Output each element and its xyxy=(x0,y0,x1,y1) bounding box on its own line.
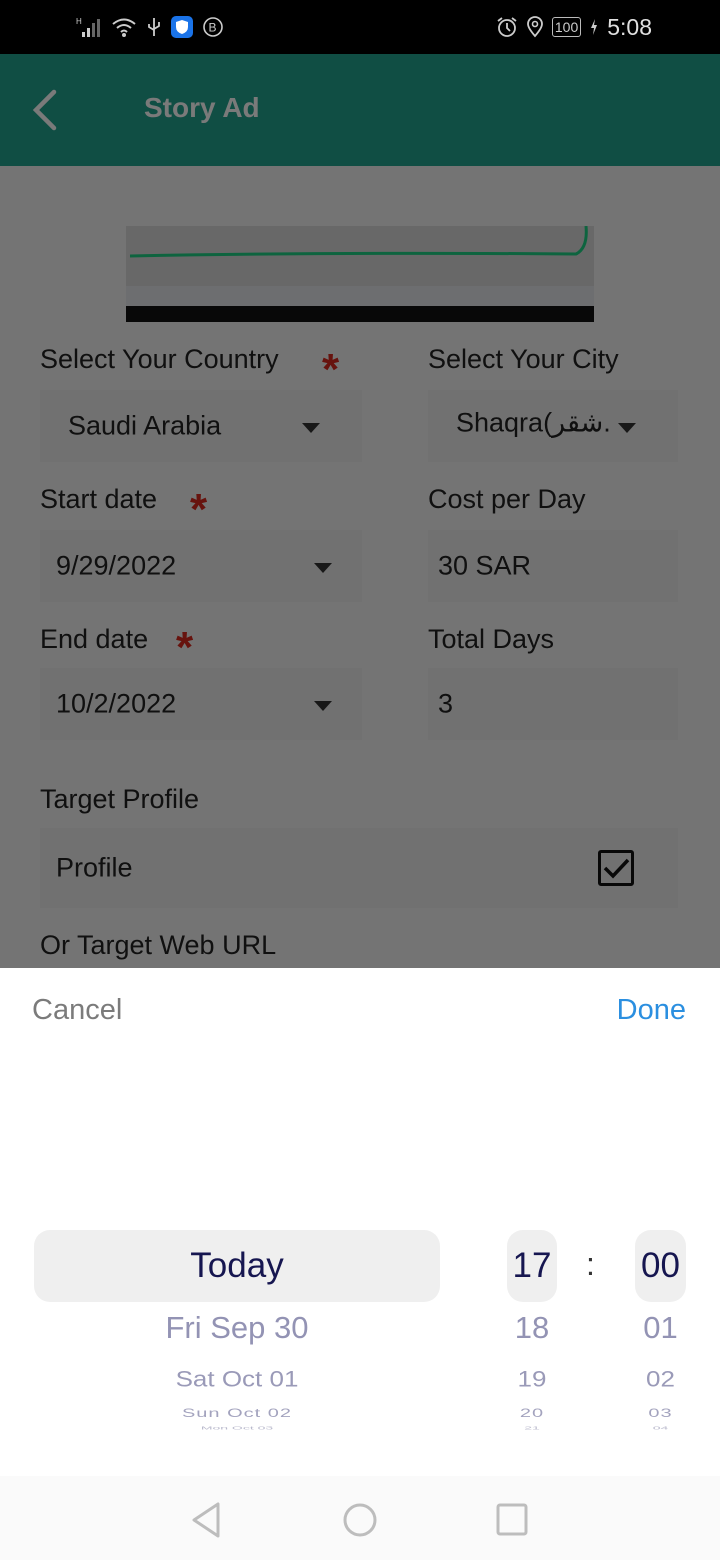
wifi-icon xyxy=(112,18,136,37)
date-wheel-item[interactable]: Mon Oct 03 xyxy=(34,1426,440,1431)
system-nav-bar xyxy=(0,1476,720,1560)
modal-scrim[interactable] xyxy=(0,54,720,968)
b-badge-icon: B xyxy=(203,17,223,37)
hour-wheel-item[interactable]: 19 xyxy=(507,1366,557,1392)
minute-wheel-item[interactable]: 03 xyxy=(635,1407,686,1421)
charging-icon xyxy=(591,19,598,35)
minute-wheel-item[interactable]: 02 xyxy=(635,1366,686,1392)
battery-indicator: 100 xyxy=(551,17,582,37)
clock: 5:08 xyxy=(607,13,652,40)
minute-wheel-item-selected[interactable]: 00 xyxy=(635,1246,686,1286)
triangle-back-icon xyxy=(192,1502,220,1538)
date-wheel-item[interactable]: Fri Sep 30 xyxy=(34,1310,440,1346)
date-wheel-item[interactable]: Sat Oct 01 xyxy=(34,1366,440,1392)
minute-wheel-item[interactable]: 01 xyxy=(635,1310,686,1346)
usb-icon xyxy=(148,18,160,36)
hour-wheel-item[interactable]: 21 xyxy=(507,1426,557,1431)
nav-home-button[interactable] xyxy=(338,1498,382,1542)
status-icons-right: 100 5:08 xyxy=(496,14,652,40)
location-icon xyxy=(526,16,543,38)
circle-home-icon xyxy=(343,1503,377,1537)
svg-text:B: B xyxy=(209,21,217,35)
date-wheel-item[interactable]: Sun Oct 02 xyxy=(34,1407,440,1421)
status-icons-left: H B xyxy=(76,14,224,40)
alarm-icon xyxy=(497,17,517,37)
minute-wheel-item[interactable]: 04 xyxy=(635,1426,686,1431)
hour-wheel-item[interactable]: 20 xyxy=(507,1407,557,1421)
done-button[interactable]: Done xyxy=(617,994,686,1027)
hour-wheel-item-selected[interactable]: 17 xyxy=(507,1246,557,1286)
hour-wheel-item[interactable]: 18 xyxy=(507,1310,557,1346)
date-wheel-item-selected[interactable]: Today xyxy=(34,1246,440,1286)
time-separator: : xyxy=(586,1246,595,1282)
cancel-button[interactable]: Cancel xyxy=(32,994,122,1027)
nav-recents-button[interactable] xyxy=(490,1498,534,1542)
datetime-picker-sheet: Cancel Done Today Fri Sep 30 Sat Oct 01 … xyxy=(0,968,720,1476)
svg-text:H: H xyxy=(76,17,82,26)
shield-app-icon xyxy=(171,16,193,38)
signal-icon: H xyxy=(76,17,100,37)
status-bar: H B 100 5:08 xyxy=(0,0,720,54)
square-recents-icon xyxy=(496,1503,528,1536)
nav-back-button[interactable] xyxy=(186,1498,230,1542)
